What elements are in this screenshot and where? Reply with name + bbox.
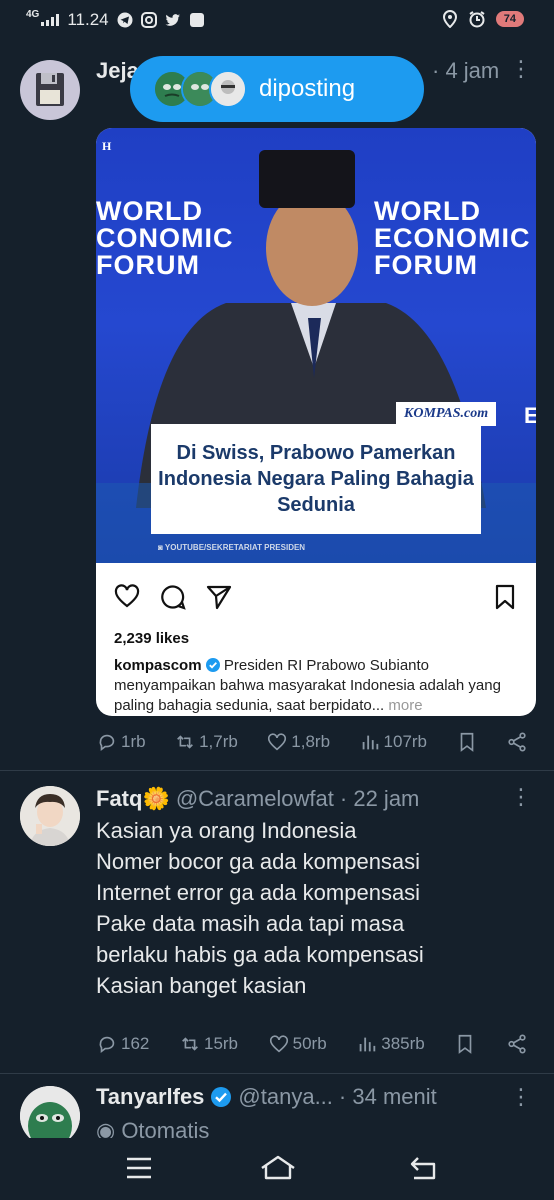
status-bar: 4G 11.24 74 — [0, 0, 554, 44]
reply-icon — [99, 734, 115, 751]
reply-icon — [99, 1036, 115, 1053]
more-options-icon[interactable]: ⋮ — [510, 1086, 532, 1108]
kompas-logo: KOMPAS.com — [396, 402, 497, 426]
display-name[interactable]: Fatq🌼 — [96, 786, 170, 812]
instagram-icon — [140, 12, 157, 28]
system-navigation-bar — [0, 1138, 554, 1200]
home-icon[interactable] — [258, 1154, 298, 1182]
comment-icon — [161, 585, 186, 610]
likes-count: 2,239 likes — [114, 630, 190, 647]
posted-notification-pill[interactable]: ↑ diposting — [130, 56, 424, 122]
heart-icon — [269, 1035, 288, 1053]
photo: WORLD CONOMIC FORUM WORLD ECONOMIC FORUM… — [96, 128, 536, 563]
location-icon — [442, 10, 457, 28]
tweet-media-image[interactable]: WORLD CONOMIC FORUM WORLD ECONOMIC FORUM… — [96, 128, 536, 716]
bookmark-button[interactable] — [454, 1033, 476, 1055]
avatar[interactable] — [20, 60, 80, 120]
recent-apps-icon[interactable] — [124, 1154, 154, 1182]
posted-label: diposting — [259, 75, 356, 102]
twitter-icon — [165, 14, 180, 26]
avatar[interactable] — [20, 1086, 80, 1146]
share-button[interactable] — [506, 1033, 528, 1055]
divider — [0, 1073, 554, 1074]
share-icon — [508, 1034, 526, 1054]
share-icon — [206, 585, 232, 610]
reply-button[interactable]: 162 — [96, 1033, 149, 1055]
retweet-count: 1,7rb — [199, 732, 238, 751]
bookmark-icon — [495, 584, 515, 610]
camera-icon: ◙ — [158, 543, 165, 552]
share-button[interactable] — [506, 731, 528, 753]
retweet-button[interactable]: 1,7rb — [174, 731, 238, 753]
caption: kompascom Presiden RI Prabowo Subianto m… — [114, 656, 524, 716]
handle[interactable]: @Caramelowfat — [176, 786, 334, 812]
bookmark-button[interactable] — [456, 731, 478, 753]
svg-text:E: E — [524, 403, 536, 428]
retweet-button[interactable]: 15rb — [179, 1033, 238, 1055]
views-count: 385rb — [381, 1034, 425, 1053]
caption-more[interactable]: more — [384, 697, 422, 714]
svg-text:H: H — [102, 139, 112, 153]
tweet-time: · 34 menit — [338, 1084, 437, 1109]
tweet-actions: 1rb 1,7rb 1,8rb 107rb — [96, 731, 528, 753]
divider — [0, 770, 554, 771]
like-count: 1,8rb — [291, 732, 331, 751]
app-icon — [189, 13, 204, 27]
share-icon — [508, 732, 526, 752]
handle[interactable]: @tanya... — [238, 1084, 333, 1110]
views-icon — [362, 735, 378, 750]
like-button[interactable]: 1,8rb — [266, 731, 330, 753]
verified-icon — [205, 658, 220, 672]
retweet-count: 15rb — [203, 1034, 239, 1053]
views-icon — [359, 1037, 376, 1052]
bookmark-icon — [460, 732, 473, 752]
verified-icon — [211, 1087, 232, 1107]
reply-count: 1rb — [121, 732, 146, 751]
avatar — [209, 70, 247, 108]
like-button[interactable]: 50rb — [268, 1033, 327, 1055]
frog-avatar-image — [20, 1086, 80, 1146]
retweet-icon — [177, 735, 193, 749]
signal-icon — [41, 14, 60, 26]
floppy-disk-avatar-image — [36, 73, 64, 106]
reply-count: 162 — [121, 1034, 150, 1053]
tweet-actions: 162 15rb 50rb 385rb — [96, 1033, 528, 1055]
person-avatar-image — [20, 786, 80, 846]
bookmark-icon — [459, 1034, 472, 1054]
display-name[interactable]: Tanyarlfes — [96, 1084, 204, 1110]
tweet-text: Kasian ya orang Indonesia Nomer bocor ga… — [96, 818, 424, 998]
caption-user: kompascom — [114, 657, 202, 674]
more-options-icon[interactable]: ⋮ — [510, 58, 532, 80]
telegram-icon — [117, 12, 133, 28]
views-button[interactable]: 385rb — [356, 1033, 425, 1055]
news-headline: Di Swiss, Prabowo Pamerkan Indonesia Neg… — [151, 424, 481, 534]
photo-credit: ◙ YOUTUBE/SEKRETARIAT PRESIDEN — [158, 543, 306, 552]
retweet-icon — [182, 1037, 198, 1051]
tweet-time: · 22 jam — [339, 786, 420, 811]
avatar[interactable] — [20, 786, 80, 846]
reply-button[interactable]: 1rb — [96, 731, 146, 753]
heart-icon — [268, 733, 287, 751]
alarm-icon — [469, 11, 485, 28]
views-count: 107rb — [383, 732, 428, 751]
more-options-icon[interactable]: ⋮ — [510, 786, 532, 808]
back-icon[interactable] — [408, 1154, 438, 1182]
tweet-time: · 4 jam — [432, 58, 500, 83]
views-button[interactable]: 107rb — [359, 731, 427, 753]
network-type: 4G — [26, 9, 40, 20]
heart-icon — [114, 584, 140, 608]
like-count: 50rb — [292, 1034, 327, 1053]
battery-indicator: 74 — [495, 11, 524, 27]
clock: 11.24 — [67, 10, 109, 29]
instagram-actions — [114, 584, 518, 610]
